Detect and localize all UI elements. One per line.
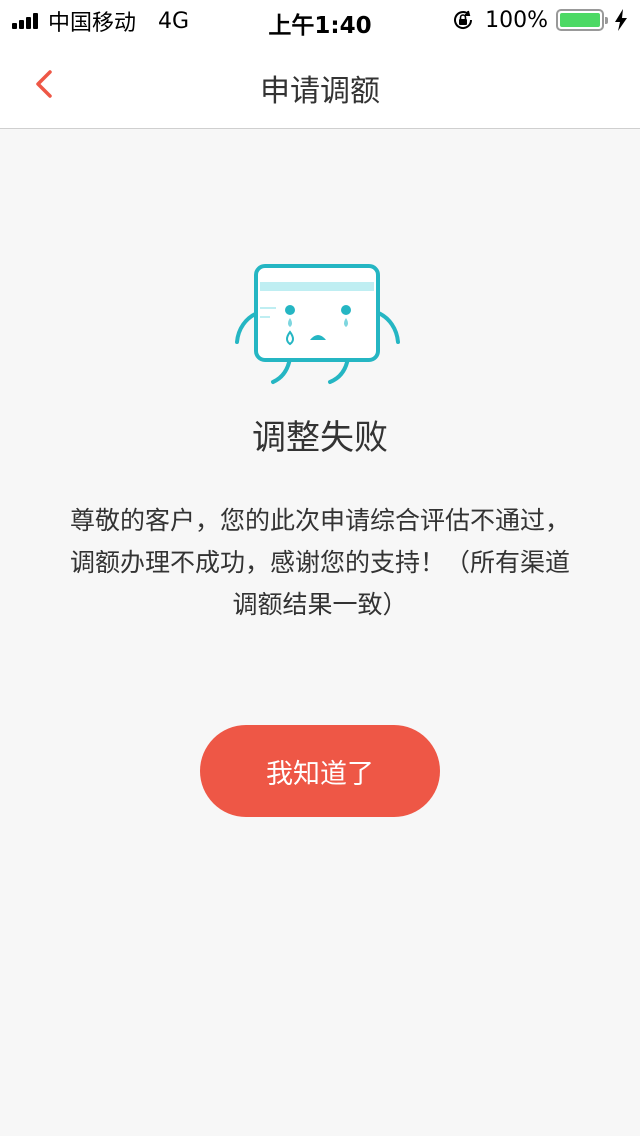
page-title: 申请调额	[260, 74, 380, 109]
navigation-bar: 申请调额	[0, 40, 640, 129]
crying-card-icon	[235, 264, 400, 384]
battery-percentage: 100%	[485, 7, 548, 33]
orientation-lock-icon	[454, 10, 473, 29]
result-title: 调整失败	[252, 418, 388, 458]
acknowledge-button[interactable]: 我知道了	[200, 725, 440, 817]
status-right: 100%	[451, 6, 628, 34]
status-bar: 中国移动 4G 上午1:40 100%	[0, 0, 640, 40]
charging-bolt-icon	[615, 9, 627, 31]
battery-fill	[560, 13, 600, 27]
result-message: 尊敬的客户，您的此次申请综合评估不通过，调额办理不成功，感谢您的支持！（所有渠道…	[70, 506, 571, 619]
battery-icon	[556, 9, 608, 31]
